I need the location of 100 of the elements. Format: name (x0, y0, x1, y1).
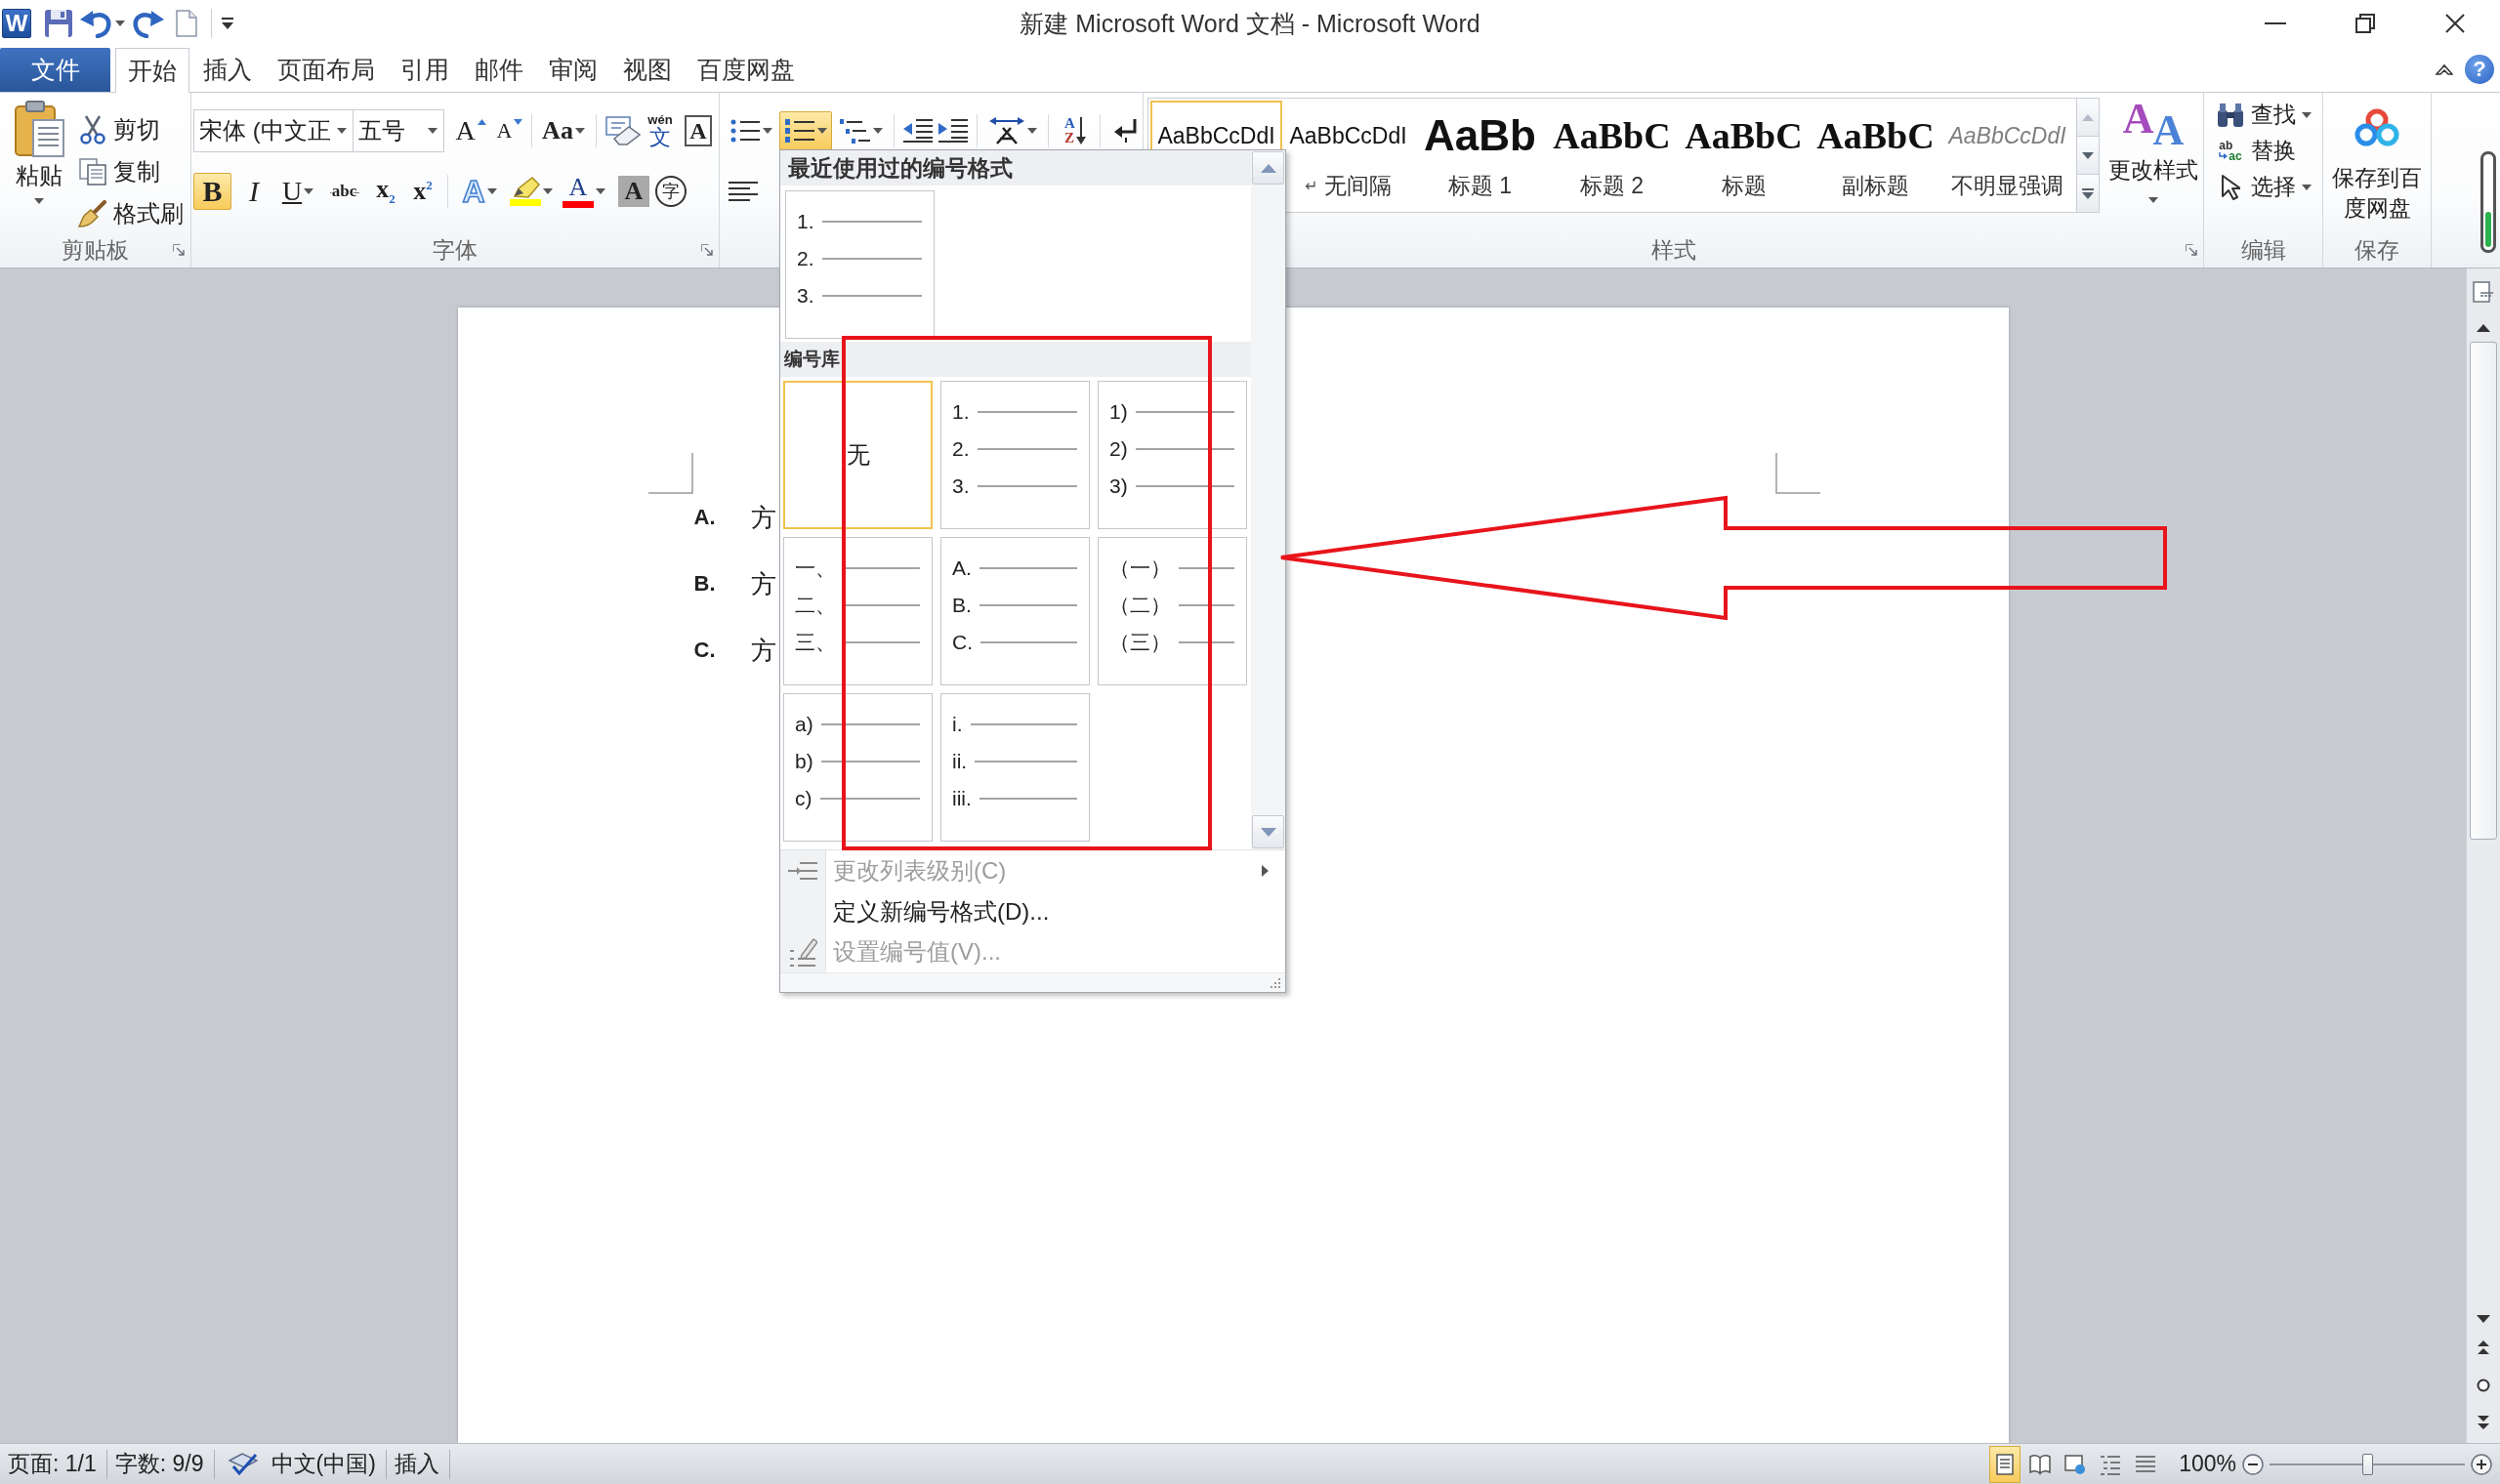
shrink-font-button[interactable]: A (496, 112, 523, 149)
numbering-format-option[interactable]: 1. 2. 3. (940, 381, 1090, 529)
ribbon-tab[interactable]: 审阅 (537, 48, 609, 92)
ribbon-tab[interactable]: 页面布局 (266, 48, 387, 92)
character-shading-button[interactable]: A (618, 176, 649, 207)
character-border-button[interactable]: A (685, 115, 712, 146)
browse-object-icon[interactable] (2477, 1378, 2490, 1392)
ribbon-tab[interactable]: 引用 (389, 48, 461, 92)
lines-icon (2135, 1453, 2157, 1475)
dialog-launcher-icon[interactable] (701, 244, 713, 256)
change-case-button[interactable]: Aa (539, 112, 588, 149)
previous-page-icon[interactable] (2478, 1340, 2489, 1354)
numbering-button[interactable] (779, 111, 832, 150)
eraser-icon[interactable] (605, 116, 641, 145)
font-color-button[interactable]: A (560, 173, 608, 210)
resize-grip-icon[interactable] (1270, 976, 1281, 989)
style-item[interactable]: AaBbC 副标题 (1810, 101, 1941, 210)
list-marker: C. (693, 638, 717, 663)
cut-button[interactable]: 剪切 (78, 110, 184, 148)
scroll-down-button[interactable] (1252, 815, 1284, 848)
scroll-down-arrow-icon[interactable] (2477, 1314, 2490, 1323)
paste-button[interactable]: 粘贴 (8, 101, 70, 232)
scroll-thumb[interactable] (2470, 342, 2497, 840)
ribbon-tab[interactable]: 插入 (191, 48, 264, 92)
style-item[interactable]: AaBbCcDdI 不明显强调 (1941, 101, 2073, 210)
numbering-format-option[interactable]: A. B. C. (940, 537, 1090, 685)
superscript-button[interactable]: x$^{2}$ (406, 173, 439, 210)
group-label: 剪贴板 (62, 235, 129, 265)
numbering-format-option[interactable]: a) b) c) (783, 693, 933, 842)
redo-arrow-icon[interactable] (133, 9, 164, 38)
increase-indent-icon (938, 119, 968, 143)
gallery-more-button[interactable] (2077, 174, 2100, 213)
style-item[interactable]: AaBbCcDdI ↵ 无间隔 (1282, 101, 1414, 210)
caret-icon (543, 188, 553, 194)
style-item[interactable]: AaBb 标题 1 (1414, 101, 1546, 210)
style-item[interactable]: AaBbC 标题 (1678, 101, 1810, 210)
font-size-field[interactable]: 五号 (353, 109, 444, 152)
style-item[interactable]: AaBbC 标题 2 (1546, 101, 1678, 210)
customize-caret-icon[interactable] (222, 18, 233, 29)
select-button[interactable]: 选择 (2216, 169, 2322, 205)
body-text: 方 (750, 635, 776, 667)
word-count-status[interactable]: 字数: 9/9 (106, 1449, 215, 1479)
replace-button[interactable]: ab ac 替换 (2216, 133, 2322, 169)
ribbon-tab[interactable]: 百度网盘 (686, 48, 807, 92)
numbering-format-option[interactable]: 无 (783, 381, 933, 529)
phonetic-guide-button[interactable]: wén 文 (644, 112, 677, 149)
two-pages-icon (79, 157, 106, 186)
decrease-indent-icon (903, 119, 933, 143)
print-layout-button[interactable] (1989, 1445, 2021, 1483)
enclose-characters-button[interactable]: 字 (655, 176, 687, 207)
sort-button[interactable]: A Z (1059, 111, 1092, 150)
slider-thumb[interactable] (2362, 1453, 2373, 1475)
ribbon-tab[interactable]: 邮件 (463, 48, 535, 92)
menu-item[interactable]: 定义新编号格式(D)... (780, 890, 1285, 932)
bold-button[interactable]: B (193, 173, 231, 210)
save-to-cloud-button[interactable]: 保存到百度网盘 (2328, 108, 2426, 232)
more-icon (2082, 187, 2094, 199)
font-name-field[interactable]: 宋体 (中文正 (193, 109, 354, 152)
caret-icon (2148, 197, 2158, 203)
caret-icon (486, 188, 497, 194)
zoom-level-button[interactable]: 100% (2179, 1451, 2236, 1477)
format-painter-button[interactable]: 格式刷 (78, 194, 184, 232)
next-page-icon[interactable] (2478, 1416, 2489, 1429)
undo-arrow-icon[interactable] (80, 9, 111, 38)
dialog-launcher-icon[interactable] (173, 244, 185, 256)
ribbon-tab[interactable]: 视图 (611, 48, 684, 92)
copy-button[interactable]: 复制 (78, 152, 184, 190)
dialog-launcher-icon[interactable] (2186, 244, 2197, 256)
numbering-format-option[interactable]: （一） （二） （三） (1098, 537, 1247, 685)
down-triangle-icon (514, 119, 523, 125)
ribbon-tab[interactable]: 开始 (115, 48, 189, 93)
section-heading: 编号库 (784, 348, 840, 371)
grow-font-button[interactable]: A (455, 112, 486, 149)
numbered-list-icon (784, 118, 814, 144)
group-label: 样式 (1650, 235, 1696, 265)
scroll-up-arrow-icon[interactable] (2477, 323, 2490, 332)
language-status[interactable]: 中文(中国) (271, 1449, 376, 1479)
numbering-format-option[interactable]: 1. 2. 3. (785, 190, 935, 339)
italic-button[interactable]: I (239, 173, 269, 210)
caret-icon (574, 128, 585, 134)
change-styles-button[interactable]: AA 更改样式 (2104, 98, 2202, 203)
ruler-toggle-icon[interactable] (2473, 281, 2494, 303)
spellcheck-icon[interactable] (228, 1451, 258, 1477)
app-logo[interactable]: W (2, 9, 31, 38)
file-menu-tab[interactable]: 文件 (0, 48, 110, 92)
numbering-format-option[interactable]: i. ii. iii. (940, 693, 1090, 842)
numbering-format-option[interactable]: 1) 2) 3) (1098, 381, 1247, 529)
scroll-up-button[interactable] (1252, 151, 1284, 185)
numbering-format-option[interactable]: 一、 二、 三、 (783, 537, 933, 685)
chevron-up-icon[interactable] (2436, 63, 2453, 75)
subscript-button[interactable]: x$_{2}$ (369, 173, 402, 210)
page-status[interactable]: 页面: 1/1 (0, 1449, 107, 1479)
close-icon[interactable] (2445, 14, 2465, 33)
zoom-out-icon[interactable] (2242, 1453, 2264, 1475)
find-button[interactable]: 查找 (2216, 97, 2322, 133)
gallery-down-button[interactable] (2077, 136, 2100, 175)
insert-mode-status[interactable]: 插入 (386, 1449, 450, 1479)
zoom-in-icon[interactable] (2471, 1453, 2492, 1475)
restore-icon[interactable] (2355, 14, 2375, 33)
underline-button[interactable]: U (276, 173, 319, 210)
